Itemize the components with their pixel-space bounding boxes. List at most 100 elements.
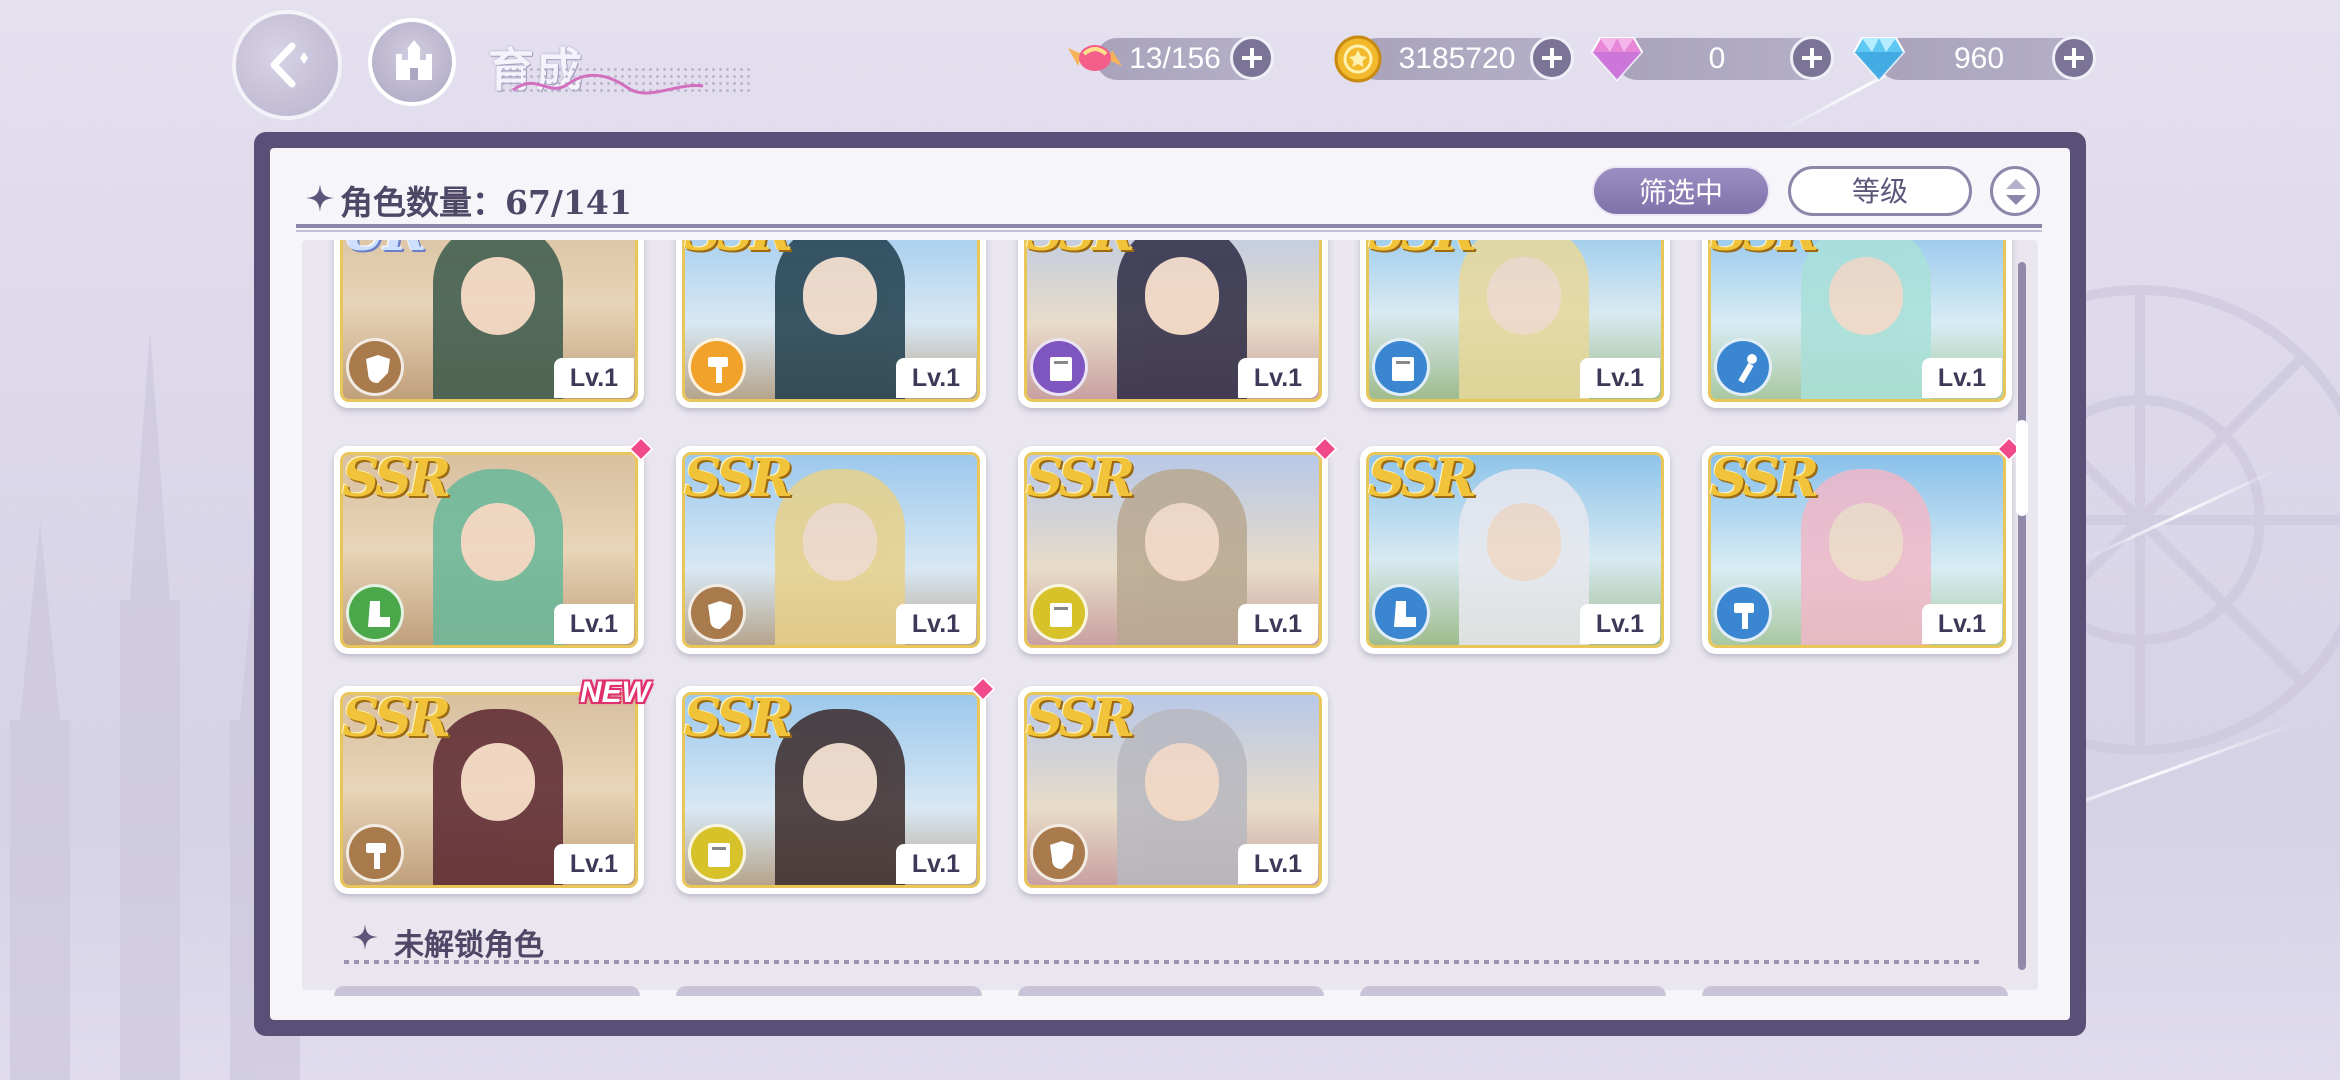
character-card[interactable]: SSR Lv.1 bbox=[334, 436, 654, 654]
level-label: Lv.1 bbox=[1580, 604, 1660, 644]
rarity-badge: SSR bbox=[1710, 448, 1819, 509]
level-label: Lv.1 bbox=[1238, 358, 1318, 398]
back-button[interactable] bbox=[236, 14, 338, 116]
castle-home-icon bbox=[396, 40, 432, 80]
level-label: Lv.1 bbox=[1922, 604, 2002, 644]
character-figure bbox=[775, 709, 905, 885]
top-bar: 育成 13/156 3185720 0 bbox=[0, 0, 2340, 130]
character-card[interactable]: UR Lv.1 bbox=[334, 240, 644, 408]
character-card[interactable]: SSR Lv.1 bbox=[1018, 240, 1328, 408]
character-card[interactable]: SSR Lv.1 bbox=[1018, 436, 1338, 654]
level-label: Lv.1 bbox=[554, 358, 634, 398]
character-card[interactable]: SSR Lv.1 bbox=[1360, 240, 1670, 408]
candy-icon bbox=[1068, 45, 1122, 71]
book-icon bbox=[708, 843, 730, 867]
filter-button[interactable]: 筛选中 bbox=[1592, 166, 1770, 216]
rarity-badge: SSR bbox=[684, 240, 793, 263]
character-count: 角色数量：67/141 bbox=[340, 183, 632, 222]
add-pink-gem-button[interactable] bbox=[1790, 36, 1834, 80]
character-face bbox=[1145, 503, 1219, 581]
character-figure bbox=[433, 709, 563, 885]
pink-gem-value: 0 bbox=[1708, 42, 1726, 75]
diamond-value: 960 bbox=[1953, 42, 2005, 75]
light-streak bbox=[2079, 467, 2281, 563]
header-divider bbox=[296, 224, 2042, 228]
rarity-badge: SSR bbox=[1026, 688, 1135, 749]
character-card[interactable]: SSR Lv.1 bbox=[1702, 436, 2022, 654]
character-face bbox=[1487, 503, 1561, 581]
rarity-badge: SSR bbox=[342, 448, 451, 509]
locked-card-peek bbox=[676, 986, 982, 996]
wand-icon bbox=[1738, 354, 1757, 384]
character-face bbox=[1487, 257, 1561, 335]
character-card[interactable]: SSR Lv.1 bbox=[1018, 686, 1328, 894]
character-card[interactable]: SSR Lv.1 bbox=[676, 240, 986, 408]
class-badge bbox=[688, 824, 746, 882]
hammer-icon bbox=[366, 843, 386, 869]
add-stamina-button[interactable] bbox=[1230, 36, 1274, 80]
character-card[interactable]: SSR Lv.1 bbox=[1702, 240, 2012, 408]
shield-icon bbox=[708, 601, 732, 629]
level-label: Lv.1 bbox=[1238, 604, 1318, 644]
character-figure bbox=[1117, 709, 1247, 885]
locked-card-peek bbox=[1702, 986, 2008, 996]
character-figure bbox=[1801, 240, 1931, 399]
rarity-badge: SSR bbox=[684, 688, 793, 749]
rarity-badge: SSR bbox=[1026, 448, 1135, 509]
scrollbar-thumb[interactable] bbox=[2016, 420, 2028, 516]
header-divider-thin bbox=[296, 230, 2042, 232]
class-badge bbox=[688, 584, 746, 642]
sort-order-icon bbox=[2006, 179, 2026, 205]
character-figure bbox=[775, 469, 905, 645]
class-badge bbox=[1714, 584, 1772, 642]
rarity-badge: SSR bbox=[1368, 240, 1477, 263]
character-figure bbox=[1117, 240, 1247, 399]
add-diamond-button[interactable] bbox=[2052, 36, 2096, 80]
class-badge bbox=[688, 338, 746, 396]
class-badge bbox=[1030, 824, 1088, 882]
pink-gem-counter: 0 bbox=[1590, 36, 1834, 82]
character-face bbox=[461, 257, 535, 335]
sparkle-icon bbox=[306, 184, 334, 212]
hammer-icon bbox=[708, 357, 728, 383]
level-label: Lv.1 bbox=[896, 844, 976, 884]
level-label: Lv.1 bbox=[554, 844, 634, 884]
character-figure bbox=[1117, 469, 1247, 645]
character-face bbox=[461, 743, 535, 821]
character-grid[interactable]: UR Lv.1 SSR Lv.1 SSR Lv.1 SSR Lv.1 SSR Lv.1 SSR Lv.… bbox=[302, 240, 2038, 990]
character-figure bbox=[433, 240, 563, 399]
character-face bbox=[1145, 257, 1219, 335]
sort-level-button[interactable]: 等级 bbox=[1788, 166, 1972, 216]
character-figure bbox=[1459, 240, 1589, 399]
class-badge bbox=[346, 824, 404, 882]
rarity-badge: SSR bbox=[1026, 240, 1135, 263]
gold-value: 3185720 bbox=[1398, 42, 1516, 75]
sort-order-button[interactable] bbox=[1990, 166, 2040, 216]
pink-gem-icon bbox=[1590, 37, 1644, 82]
class-badge bbox=[1030, 584, 1088, 642]
book-icon bbox=[1050, 603, 1072, 627]
book-icon bbox=[1392, 357, 1414, 381]
character-face bbox=[803, 257, 877, 335]
title-script-decoration bbox=[512, 73, 704, 95]
scrollbar-track[interactable] bbox=[2018, 262, 2026, 970]
sparkle-icon bbox=[352, 924, 378, 950]
locked-card-peek bbox=[1360, 986, 1666, 996]
character-card[interactable]: SSR Lv.1 NEW bbox=[334, 676, 650, 894]
character-card[interactable]: SSR Lv.1 bbox=[676, 446, 986, 654]
boot-icon bbox=[1394, 601, 1416, 627]
rarity-badge: SSR bbox=[684, 448, 793, 509]
section-divider bbox=[344, 960, 1984, 964]
diamond-counter: 960 bbox=[1852, 36, 2096, 82]
stamina-value: 13/156 bbox=[1129, 42, 1221, 75]
class-badge bbox=[1714, 338, 1772, 396]
shield-icon bbox=[1050, 841, 1074, 869]
home-button[interactable] bbox=[368, 18, 456, 106]
class-badge bbox=[1372, 338, 1430, 396]
character-card[interactable]: SSR Lv.1 bbox=[1360, 446, 1670, 654]
character-card[interactable]: SSR Lv.1 bbox=[676, 676, 996, 894]
add-gold-button[interactable] bbox=[1530, 36, 1574, 80]
back-arrow-icon bbox=[270, 42, 308, 88]
gold-coin-icon bbox=[1334, 35, 1382, 83]
level-label: Lv.1 bbox=[1580, 358, 1660, 398]
